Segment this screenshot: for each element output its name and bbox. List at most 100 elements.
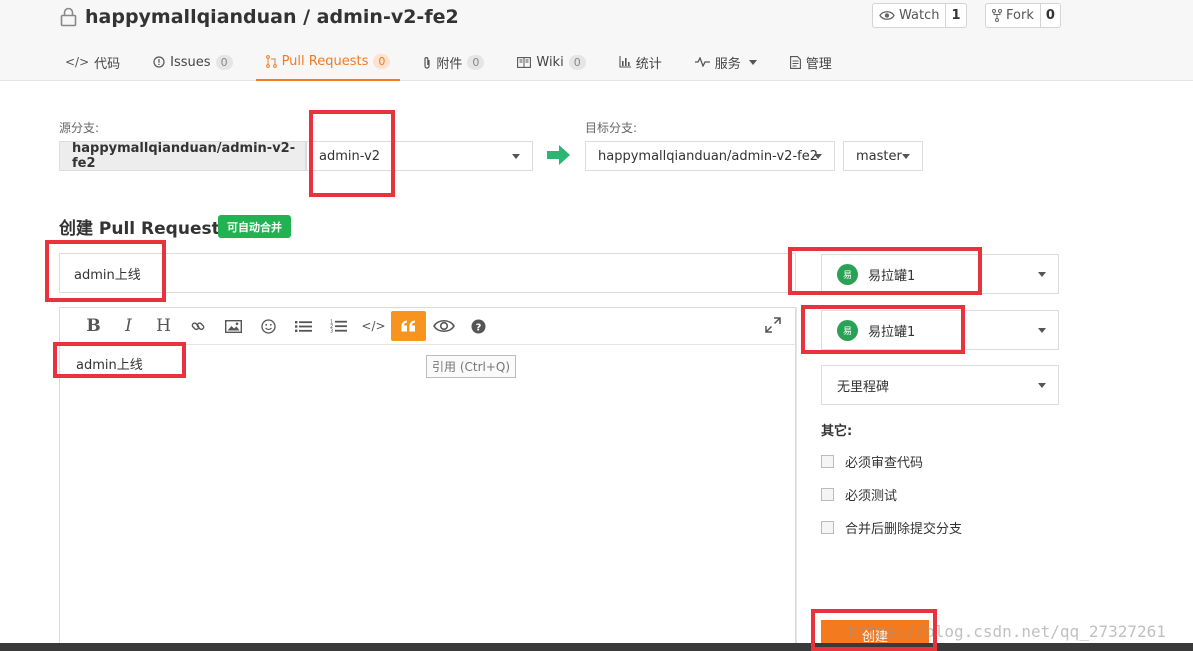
bar-chart-icon [619, 56, 631, 68]
require-test-option[interactable]: 必须测试 [821, 485, 897, 504]
avatar: 易 [837, 319, 858, 341]
tab-attachments[interactable]: 附件 0 [413, 43, 494, 81]
eye-icon [432, 319, 455, 333]
watch-count[interactable]: 1 [945, 4, 965, 27]
watermark-text: https://blog.csdn.net/qq_27327261 [848, 622, 1166, 641]
assignee-select[interactable]: 易 易拉罐1 [821, 254, 1059, 294]
chevron-down-icon [902, 154, 910, 159]
fork-label: Fork [1006, 8, 1034, 23]
tab-count-badge: 0 [568, 54, 586, 70]
option-label: 必须测试 [845, 489, 898, 504]
tab-issues[interactable]: Issues 0 [143, 43, 242, 81]
repo-header: happymallqianduan / admin-v2-fe2 Watch 1… [0, 0, 1193, 81]
watch-label: Watch [899, 8, 940, 23]
code-icon: </> [361, 319, 386, 333]
numbered-list-icon: 123 [330, 320, 347, 334]
heading-button[interactable]: H [146, 311, 181, 341]
lock-icon [60, 7, 77, 27]
repo-title-text: happymallqianduan / admin-v2-fe2 [85, 6, 459, 28]
eye-icon [879, 11, 895, 20]
code-icon: </> [65, 55, 90, 69]
require-review-checkbox[interactable] [821, 455, 834, 468]
delete-branch-option[interactable]: 合并后删除提交分支 [821, 518, 962, 537]
avatar: 易 [837, 263, 858, 285]
source-branch-select[interactable]: admin-v2 [306, 141, 533, 171]
reviewer-select[interactable]: 易 易拉罐1 [821, 310, 1059, 350]
bottom-bar [0, 643, 1193, 651]
tab-count-badge: 0 [467, 54, 485, 70]
link-icon [191, 321, 205, 330]
tab-label: 附件 [436, 56, 463, 72]
target-branch-select[interactable]: master [843, 141, 923, 171]
quote-tooltip: 引用 (Ctrl+Q) [426, 355, 517, 378]
require-test-checkbox[interactable] [821, 488, 834, 501]
watch-button[interactable]: Watch 1 [872, 3, 967, 28]
bullet-list-button[interactable] [286, 311, 321, 341]
page-title: 创建 Pull Request [59, 219, 220, 239]
delete-branch-checkbox[interactable] [821, 521, 834, 534]
numbered-list-button[interactable]: 123 [321, 311, 356, 341]
link-button[interactable] [181, 311, 216, 341]
tab-label: Pull Requests [281, 53, 369, 69]
chevron-down-icon [512, 154, 520, 159]
repo-title[interactable]: happymallqianduan / admin-v2-fe2 [60, 3, 459, 31]
tab-manage[interactable]: 管理 [780, 43, 842, 81]
tab-label: Wiki [536, 54, 564, 70]
reviewer-name: 易拉罐1 [868, 324, 916, 340]
fork-count[interactable]: 0 [1039, 4, 1060, 27]
image-button[interactable] [216, 311, 251, 341]
smiley-icon [261, 318, 276, 334]
assignee-name: 易拉罐1 [868, 268, 916, 284]
tab-count-badge: 0 [215, 54, 233, 70]
milestone-value: 无里程碑 [837, 379, 890, 395]
help-button[interactable]: ? [461, 311, 496, 341]
chevron-down-icon [814, 154, 822, 159]
bold-button[interactable]: B [76, 311, 111, 341]
help-icon: ? [471, 319, 486, 333]
bullet-list-icon [295, 320, 312, 332]
svg-text:3: 3 [330, 329, 333, 334]
source-branch-value: admin-v2 [319, 148, 381, 164]
expand-icon[interactable] [765, 317, 781, 333]
sidebar-divider [796, 307, 797, 651]
tab-label: 管理 [805, 56, 832, 72]
pulse-icon [694, 57, 710, 67]
other-options-label: 其它: [821, 424, 853, 439]
tab-label: 代码 [94, 56, 121, 72]
pr-title-input[interactable]: admin上线 [59, 253, 796, 293]
target-repo-select[interactable]: happymallqianduan/admin-v2-fe2 [585, 141, 835, 171]
tab-pull-requests[interactable]: Pull Requests 0 [255, 43, 401, 81]
tab-wiki[interactable]: Wiki 0 [507, 43, 595, 81]
require-review-option[interactable]: 必须审查代码 [821, 452, 923, 471]
source-branch-label: 源分支: [59, 121, 100, 135]
paperclip-icon [424, 56, 430, 69]
auto-merge-badge: 可自动合并 [218, 215, 291, 238]
chevron-down-icon [1038, 328, 1046, 333]
tab-stats[interactable]: 统计 [609, 43, 672, 81]
tab-label: 服务 [714, 56, 741, 72]
quote-icon [401, 320, 415, 332]
fork-icon [992, 9, 1002, 22]
arrow-right-icon [547, 145, 570, 165]
option-label: 合并后删除提交分支 [845, 522, 963, 537]
book-icon [517, 56, 532, 68]
tab-label: Issues [170, 54, 211, 70]
tab-count-badge: 0 [373, 53, 391, 69]
preview-button[interactable] [426, 311, 461, 341]
chevron-down-icon [748, 59, 757, 65]
code-button[interactable]: </> [356, 311, 391, 341]
tab-code[interactable]: </> 代码 [55, 43, 130, 81]
issue-icon [153, 56, 165, 68]
italic-button[interactable]: I [111, 311, 146, 341]
target-repo-value: happymallqianduan/admin-v2-fe2 [598, 148, 818, 164]
editor-body-text: admin上线 [76, 358, 143, 373]
emoji-button[interactable] [251, 311, 286, 341]
quote-button[interactable] [391, 311, 426, 341]
option-label: 必须审查代码 [845, 456, 924, 471]
milestone-select[interactable]: 无里程碑 [821, 365, 1059, 405]
tab-services[interactable]: 服务 [685, 43, 767, 81]
target-branch-label: 目标分支: [585, 121, 638, 135]
pr-body-editor[interactable]: B I H 123 </> ? admin上线 引用 (Ctrl+Q) [59, 307, 796, 651]
editor-toolbar: B I H 123 </> ? [60, 308, 795, 345]
fork-button[interactable]: Fork 0 [985, 3, 1061, 28]
